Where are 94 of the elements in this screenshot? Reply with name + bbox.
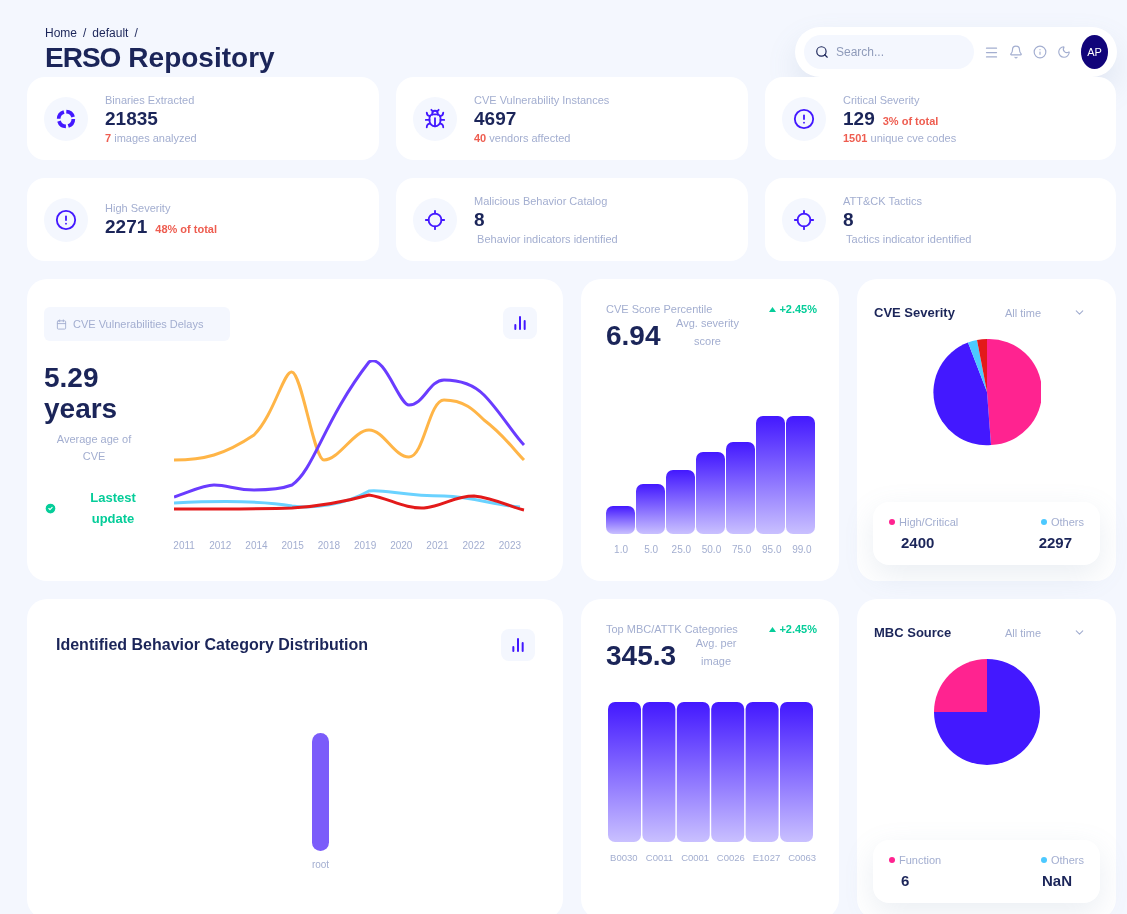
stat-value: 21835 — [105, 107, 158, 130]
axis-label: 25.0 — [670, 544, 693, 555]
axis-label: 2018 — [316, 540, 341, 551]
bar-chart-icon — [510, 637, 526, 653]
axis-label: 2019 — [352, 540, 378, 551]
bar-chart-icon — [512, 315, 528, 331]
bell-icon[interactable] — [1009, 45, 1023, 59]
stat-label: Malicious Behavior Catalog — [474, 194, 609, 207]
crosshair-icon — [793, 208, 815, 231]
breadcrumb-separator: / — [83, 26, 87, 40]
legend-value: 2400 — [900, 534, 936, 551]
age-caption: Average age of CVE — [55, 431, 133, 465]
stat-label: Critical Severity — [843, 93, 921, 106]
stat-value: 4697 — [474, 107, 517, 130]
axis-label: 95.0 — [761, 544, 783, 555]
stat-percent: 3% of total — [882, 114, 939, 127]
breadcrumb-link[interactable]: Home — [45, 26, 77, 40]
axis-label: C0001 — [680, 851, 711, 863]
page-title: Repository — [128, 42, 275, 74]
stat-value: 8 — [843, 208, 854, 231]
stat-label: CVE Vulnerability Instances — [474, 93, 610, 106]
stat-subtitle: 40 vendors affected — [474, 131, 572, 144]
card-title: CVE Score Percentile — [606, 303, 713, 315]
breadcrumb-link[interactable]: default — [92, 26, 129, 40]
axis-label: 50.0 — [700, 544, 723, 555]
card-title: MBC Source — [874, 625, 952, 640]
axis-label: 5.0 — [643, 544, 660, 555]
score-caption: Avg. severity score — [675, 316, 740, 349]
axis-label: 2022 — [461, 540, 486, 551]
legend-value: NaN — [1041, 872, 1073, 889]
axis-label: 2012 — [208, 540, 233, 551]
stat-label: ATT&CK Tactics — [843, 194, 924, 207]
legend-label: Function — [899, 854, 942, 866]
axis-label: 2015 — [280, 540, 305, 551]
stat-value: 129 — [843, 107, 875, 130]
axis-label: 2011 — [172, 540, 196, 551]
chart-bar — [666, 470, 695, 534]
average-caption: Avg. per image — [694, 636, 738, 669]
search-icon — [815, 45, 829, 59]
stat-subtitle: Behavior indicators identified — [476, 232, 618, 245]
score-value: 6.94 — [606, 321, 661, 352]
axis-label: 2014 — [244, 540, 269, 551]
axis-label: 2020 — [389, 540, 414, 551]
search-field[interactable]: Search... — [804, 35, 974, 69]
alert-icon — [793, 107, 815, 130]
info-icon[interactable] — [1033, 45, 1047, 59]
card-title: Top MBC/ATTK Categories — [606, 623, 738, 635]
chart-button[interactable] — [503, 307, 537, 339]
axis-label: 1.0 — [613, 544, 629, 555]
stat-label: Binaries Extracted — [105, 93, 196, 106]
axis-label: 99.0 — [791, 544, 813, 555]
moon-icon[interactable] — [1057, 45, 1071, 59]
stat-subtitle: 1501 unique cve codes — [843, 131, 957, 144]
age-unit: years — [44, 393, 119, 425]
legend-label: High/Critical — [899, 516, 959, 528]
axis-label: E1027 — [751, 851, 782, 863]
breadcrumb-separator: / — [134, 26, 138, 40]
average-value: 345.3 — [606, 641, 677, 672]
axis-label: B0030 — [609, 851, 639, 863]
legend-label: Others — [1051, 516, 1084, 528]
axis-label: C0011 — [644, 851, 675, 863]
chart-button[interactable] — [501, 629, 535, 661]
up-triangle-icon — [769, 306, 777, 312]
ring-icon — [55, 107, 77, 130]
axis-label: C0026 — [715, 851, 746, 863]
axis-label: 2021 — [425, 540, 450, 551]
stat-value: 2271 — [105, 215, 148, 238]
menu-icon[interactable] — [984, 44, 999, 60]
update-status: Lastest update — [89, 488, 137, 528]
legend-label: Others — [1051, 854, 1084, 866]
axis-label: 75.0 — [730, 544, 753, 555]
legend-value: 2297 — [1037, 534, 1073, 551]
trend-value: +2.45% — [769, 303, 817, 315]
alert-icon — [55, 208, 77, 231]
stat-subtitle: Tactics indicator identified — [845, 232, 972, 245]
card-title: Identified Behavior Category Distribution — [56, 636, 369, 654]
axis-label: 2023 — [497, 540, 522, 551]
average-age: 5.29 — [44, 363, 100, 394]
stat-value: 8 — [474, 208, 485, 231]
axis-label: root — [311, 859, 330, 870]
axis-label: C0063 — [787, 851, 818, 863]
crosshair-icon — [424, 208, 446, 231]
trend-value: +2.45% — [769, 623, 817, 635]
stat-percent: 48% of total — [155, 222, 217, 235]
calendar-icon — [56, 318, 67, 330]
bug-icon — [424, 107, 446, 130]
stat-subtitle: 7 images analyzed — [105, 131, 197, 144]
check-icon — [44, 502, 57, 516]
stat-label: High Severity — [105, 201, 172, 214]
card-title: CVE Severity — [874, 305, 955, 320]
brand-logo: ERSO — [45, 42, 121, 74]
up-triangle-icon — [769, 626, 777, 632]
user-avatar[interactable]: AP — [1081, 35, 1108, 69]
legend-value: 6 — [900, 872, 911, 889]
